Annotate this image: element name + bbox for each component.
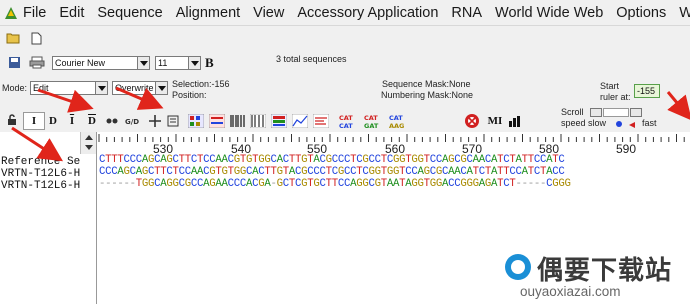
mode-label: Mode: [2, 83, 28, 93]
insert-button[interactable]: I [23, 112, 45, 130]
fast-label: fast [642, 118, 657, 128]
cat-cat-icon[interactable]: CAT CAT [338, 112, 358, 130]
watermark-title: 偶要下载站 [537, 256, 673, 286]
bold-button[interactable]: B [205, 55, 214, 71]
chevron-down-icon [95, 82, 107, 94]
font-toolbar: Courier New 11 B 3 total sequences [0, 50, 690, 74]
bar-chart-icon[interactable] [507, 114, 521, 128]
mode-toolbar: Mode: Edit Overwrite Selection:-156 Posi… [0, 74, 690, 104]
site-watermark: 偶要下载站 ouyaoxiazai.com [505, 248, 690, 304]
chevron-down-icon [155, 82, 167, 94]
speed-slow-label: speed slow [561, 118, 607, 128]
speed-indicator-icon [614, 119, 624, 129]
color-grid-icon[interactable] [187, 113, 205, 129]
menu-view[interactable]: View [253, 5, 284, 21]
svg-text:CAT: CAT [364, 114, 378, 122]
watermark-logo-icon [505, 254, 531, 280]
mode-select[interactable]: Edit [30, 81, 108, 95]
font-size-select[interactable]: 11 [155, 56, 201, 70]
total-sequences-label: 3 total sequences [276, 54, 347, 64]
restriction-site-icon[interactable] [463, 112, 481, 130]
translate-icon[interactable] [312, 113, 330, 129]
overwrite-select[interactable]: Overwrite [112, 81, 168, 95]
chevron-down-icon [137, 57, 149, 69]
numbering-mask-status: Numbering Mask:None [381, 90, 474, 100]
menu-window[interactable]: Windo [679, 5, 690, 21]
svg-text:GAT: GAT [364, 122, 379, 129]
start-label: Start [600, 81, 620, 91]
scroll-label: Scroll [561, 107, 584, 117]
menu-rna[interactable]: RNA [451, 5, 482, 21]
sequence-row[interactable]: CCCAGCAGCTTCTCCAACGTGTGGCACTTGTACGCCCTCG… [99, 166, 565, 178]
menu-options[interactable]: Options [616, 5, 666, 21]
sequence-mask-status: Sequence Mask:None [382, 79, 471, 89]
svg-text:CAT: CAT [339, 114, 353, 122]
barcode-icon[interactable] [229, 113, 247, 129]
ruler-start-input[interactable]: -155 [634, 84, 660, 98]
menu-sequence[interactable]: Sequence [97, 5, 162, 21]
file-toolbar [0, 26, 690, 50]
ruler-at-label: ruler at: [600, 92, 631, 102]
graph-icon[interactable] [291, 113, 309, 129]
sequence-name[interactable]: VRTN-T12L6-H [1, 168, 80, 180]
menu-alignment[interactable]: Alignment [176, 5, 240, 21]
consensus-icon[interactable] [270, 113, 288, 129]
mi-icon[interactable]: MI [485, 113, 505, 129]
split-icon[interactable] [148, 114, 162, 128]
menu-world-wide-web[interactable]: World Wide Web [495, 5, 603, 21]
menu-bar: File Edit Sequence Alignment View Access… [0, 0, 690, 26]
scroll-up-icon[interactable] [85, 135, 93, 140]
lock-icon[interactable] [6, 113, 18, 127]
lock-group-icon[interactable] [105, 115, 119, 127]
new-document-icon[interactable] [28, 30, 44, 46]
menu-accessory-application[interactable]: Accessory Application [297, 5, 438, 21]
menu-file[interactable]: File [23, 5, 46, 21]
font-name-select[interactable]: Courier New [52, 56, 150, 70]
open-folder-icon[interactable] [5, 30, 21, 46]
scroll-speed-decrease[interactable] [590, 108, 602, 117]
names-scrollbar[interactable] [80, 132, 96, 154]
svg-text:G/D: G/D [125, 118, 139, 125]
svg-text:AAG: AAG [389, 122, 404, 129]
chevron-down-icon [188, 57, 200, 69]
delete-all-button[interactable]: D [85, 112, 99, 130]
stripes-icon[interactable] [249, 113, 267, 129]
svg-text:CAT: CAT [339, 122, 353, 129]
gc-content-icon[interactable]: G/D [125, 115, 141, 127]
watermark-url: ouyaoxiazai.com [520, 284, 621, 299]
save-disk-icon[interactable] [6, 54, 22, 70]
sequence-names-panel: Reference Se VRTN-T12L6-H VRTN-T12L6-H [0, 132, 97, 304]
scroll-down-icon[interactable] [85, 145, 93, 150]
sequence-name[interactable]: VRTN-T12L6-H [1, 180, 80, 192]
menu-edit[interactable]: Edit [59, 5, 84, 21]
sequence-name[interactable]: Reference Se [1, 156, 80, 168]
selection-status: Selection:-156 [172, 79, 230, 89]
position-ruler: 530 540 550 560 570 580 590 [97, 132, 690, 156]
tools-toolbar: I D I D G/D CAT CAT CAT GAT CAT AAG MI S… [0, 104, 690, 132]
cat-gat-icon[interactable]: CAT GAT [363, 112, 383, 130]
speed-pointer-icon [628, 120, 636, 129]
cat-aag-icon[interactable]: CAT AAG [388, 112, 408, 130]
delete-button[interactable]: D [46, 112, 60, 130]
scroll-speed-increase[interactable] [630, 108, 642, 117]
app-logo-icon [3, 5, 19, 21]
sequence-row[interactable]: CTTTCCCAGCAGCTTCTCCAACGTGTGGCACTTGTACGCC… [99, 154, 565, 166]
insert-all-button[interactable]: I [65, 112, 79, 130]
sequence-row[interactable]: ------TGGCAGGCGCCAGAACCCACGA-GCTCGTGCTTC… [99, 178, 571, 190]
shade-grid-icon[interactable] [208, 113, 226, 129]
print-icon[interactable] [28, 54, 46, 70]
scroll-speed-slider[interactable] [603, 108, 629, 117]
svg-text:CAT: CAT [389, 114, 403, 122]
position-status: Position: [172, 90, 207, 100]
flag-icon[interactable] [166, 114, 180, 128]
